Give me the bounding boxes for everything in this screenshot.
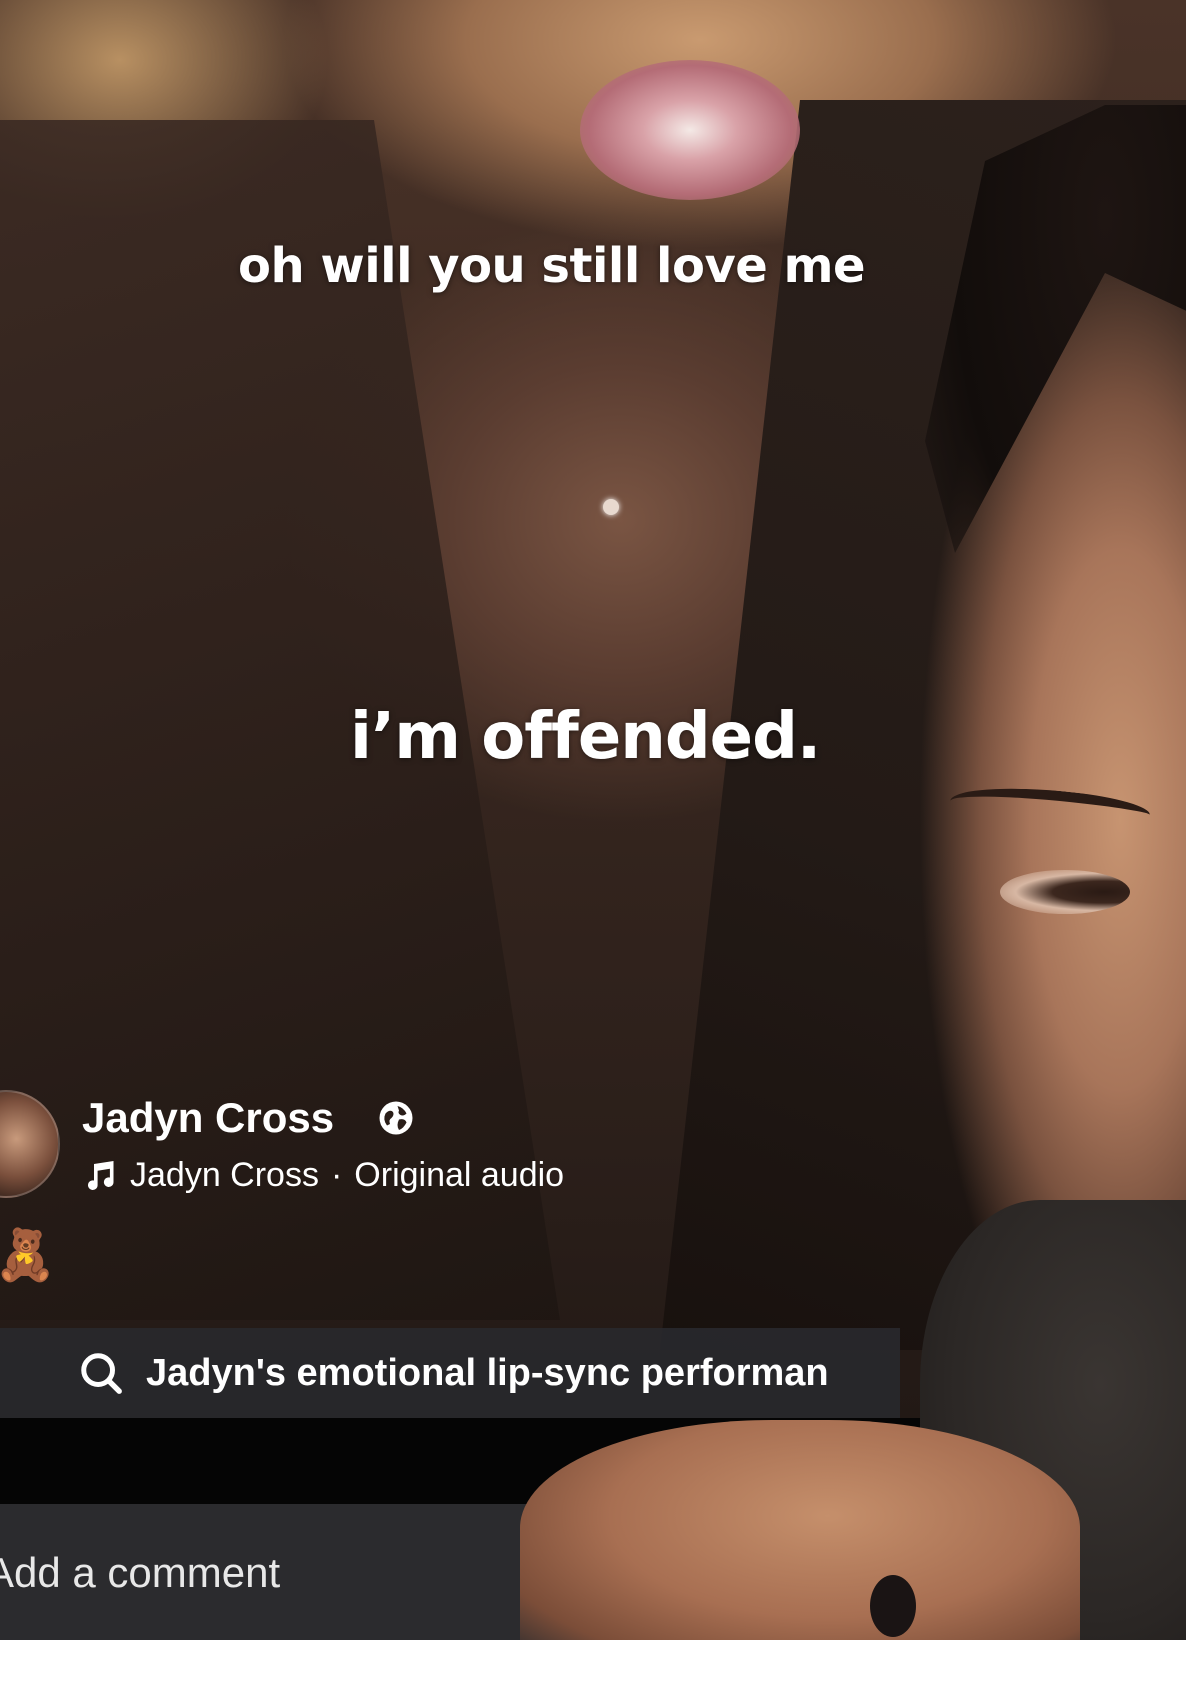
bottom-margin xyxy=(0,1640,1186,1701)
necklace-pendant xyxy=(603,499,619,515)
search-query: Jadyn's emotional lip-sync performan xyxy=(146,1351,829,1394)
author-name[interactable]: Jadyn Cross xyxy=(82,1094,334,1142)
audio-separator: · xyxy=(330,1156,343,1194)
description-emoji[interactable]: 🧸 xyxy=(0,1230,56,1280)
globe-icon xyxy=(379,1101,413,1135)
overlay-eye xyxy=(1000,870,1130,914)
video-lips xyxy=(580,60,800,200)
related-search-bar[interactable]: Jadyn's emotional lip-sync performan xyxy=(0,1328,900,1418)
comment-input[interactable] xyxy=(0,1548,488,1598)
search-icon xyxy=(81,1353,122,1394)
audio-label: Original audio xyxy=(354,1156,565,1194)
reel-video-frame[interactable]: oh will you still love me i’m offended. … xyxy=(0,0,1186,1640)
music-note-icon xyxy=(88,1160,114,1190)
audio-owner: Jadyn Cross xyxy=(130,1156,319,1194)
author-avatar[interactable] xyxy=(0,1090,60,1198)
caption-line-1: oh will you still love me xyxy=(238,238,866,294)
author-info: Jadyn Cross Jadyn Cross · Original audio xyxy=(0,1090,700,1200)
audio-info[interactable]: Jadyn Cross · Original audio xyxy=(82,1156,564,1195)
teddy-bear-emoji: 🧸 xyxy=(0,1227,57,1283)
caption-line-2: i’m offended. xyxy=(350,700,821,774)
overlay-fingernail xyxy=(870,1575,916,1637)
overlay-hand xyxy=(520,1420,1080,1640)
